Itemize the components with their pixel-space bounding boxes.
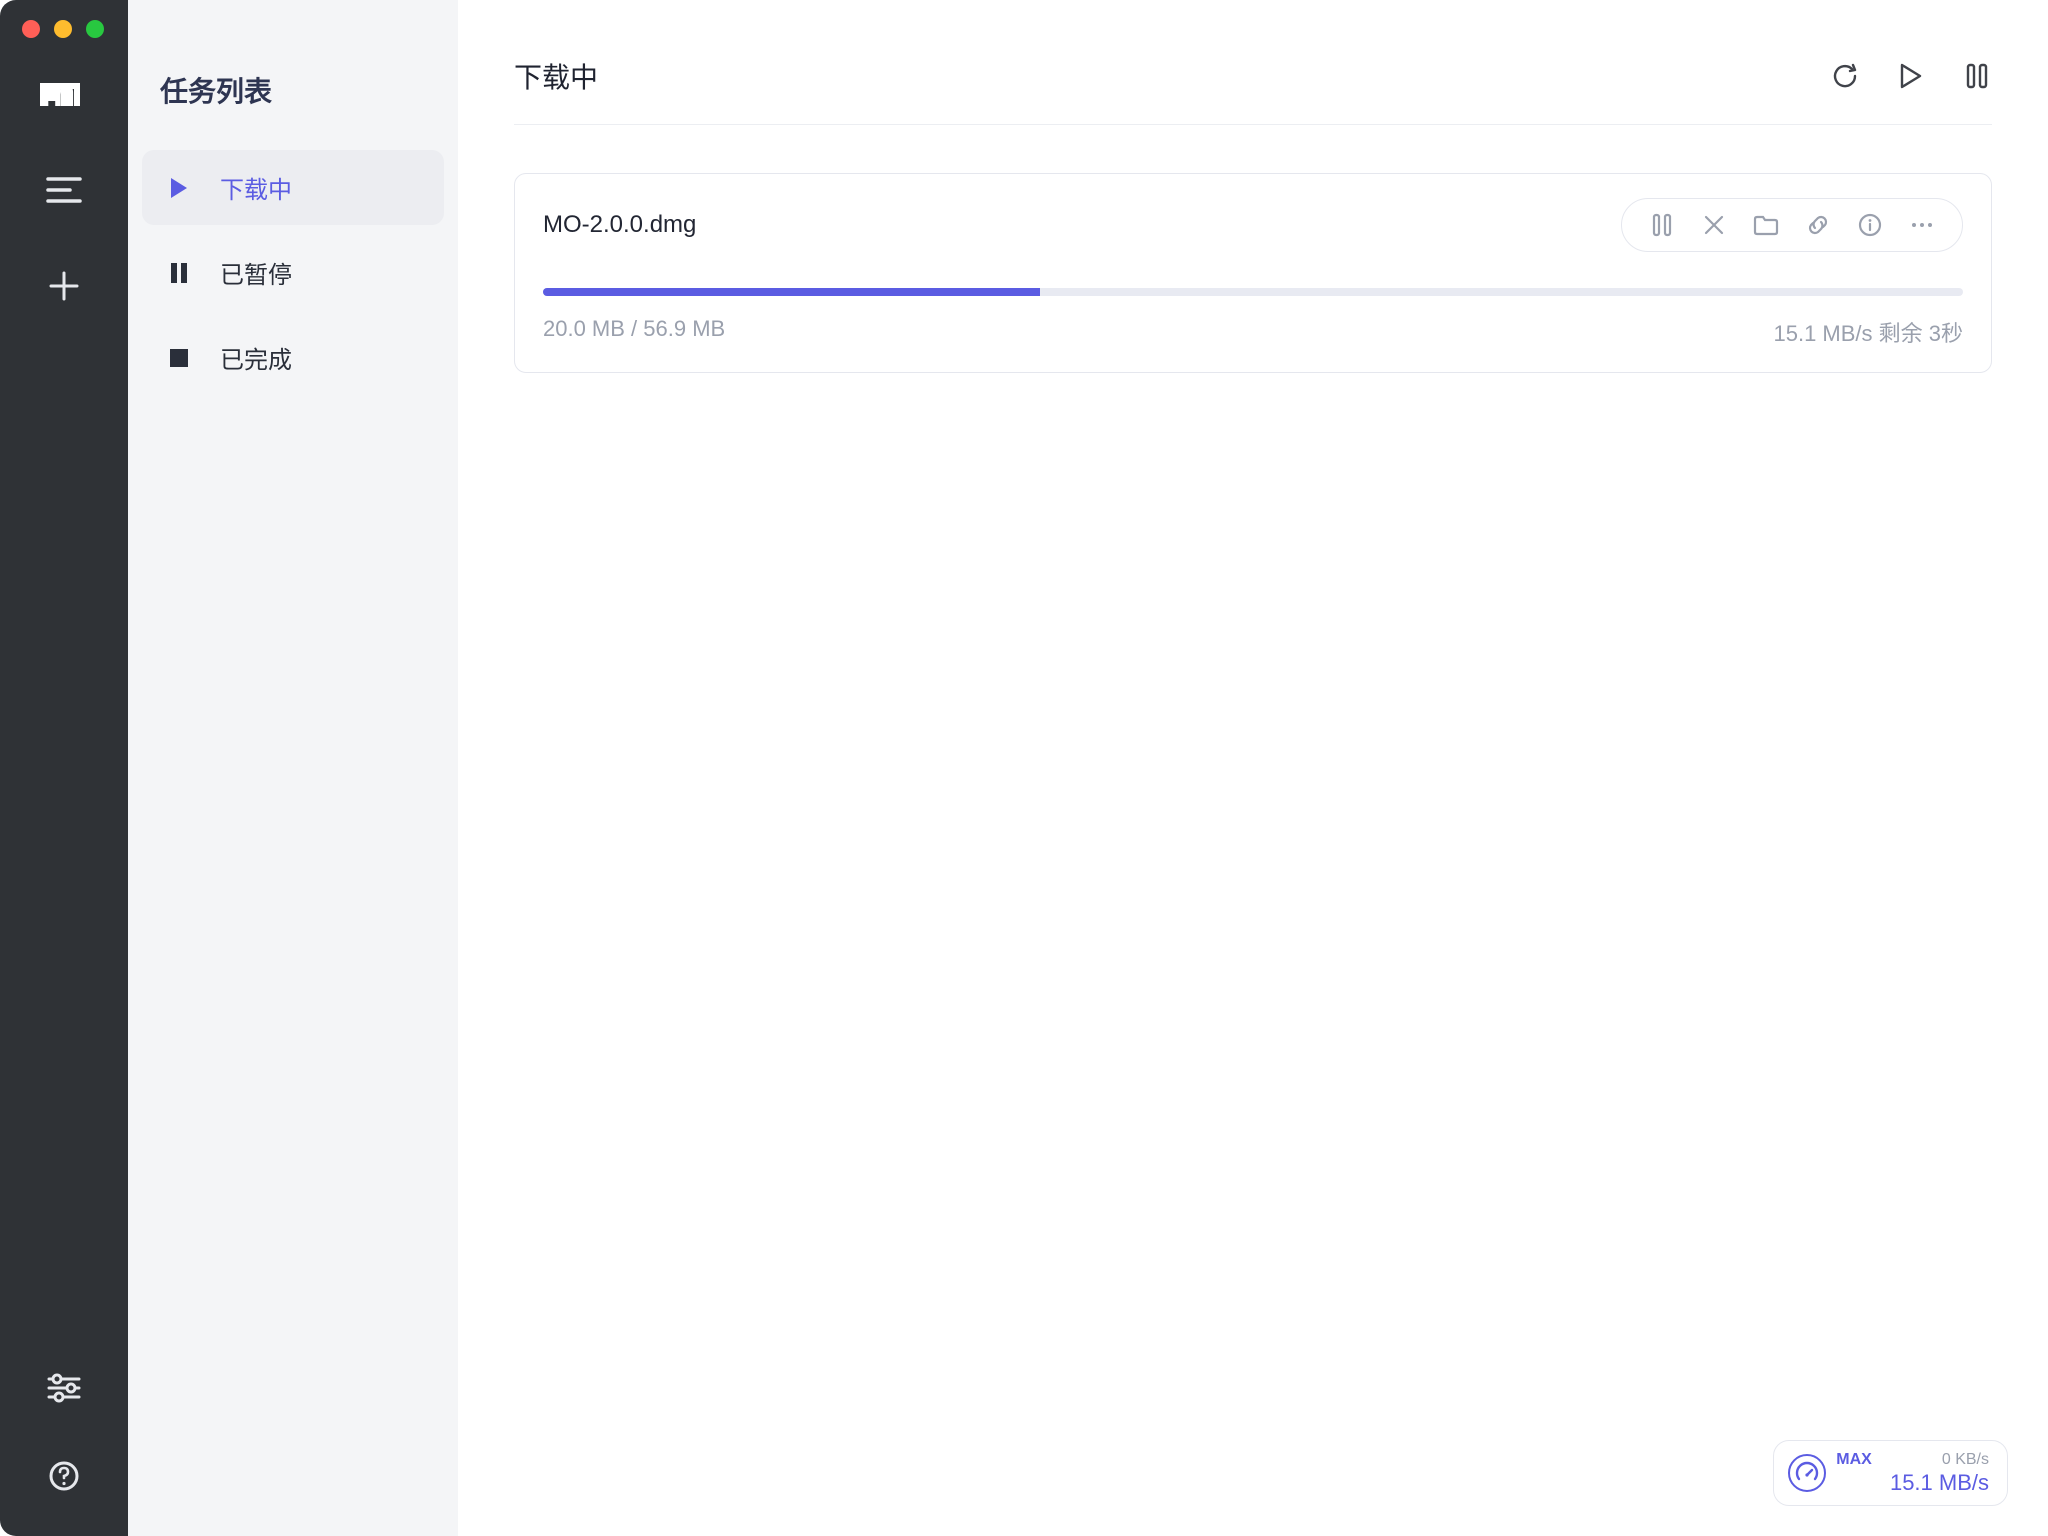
window-controls	[22, 20, 104, 38]
sidebar: 任务列表 下载中 已暂停 已完成	[128, 0, 458, 1536]
speed-texts: MAX 0 KB/s 15.1 MB/s	[1836, 1451, 1989, 1495]
sidebar-item-completed[interactable]: 已完成	[142, 320, 444, 395]
tasks-nav-button[interactable]	[40, 166, 88, 214]
speedometer-icon	[1788, 1454, 1826, 1492]
minimize-window-button[interactable]	[54, 20, 72, 38]
task-card[interactable]: MO-2.0.0.dmg	[514, 173, 1992, 373]
app-logo-icon: m	[40, 80, 88, 110]
sidebar-item-label: 已完成	[220, 340, 292, 375]
help-button[interactable]	[40, 1452, 88, 1500]
pause-all-button[interactable]	[1962, 61, 1992, 91]
task-list: MO-2.0.0.dmg	[514, 125, 1992, 373]
task-actions-toolbar	[1621, 198, 1963, 252]
task-size-text: 20.0 MB / 56.9 MB	[543, 316, 1773, 348]
task-progress-track	[543, 288, 1963, 296]
task-pause-button[interactable]	[1636, 203, 1688, 247]
nav-rail: m	[0, 0, 128, 1536]
sidebar-items: 下载中 已暂停 已完成	[128, 150, 458, 395]
app-window: m 任务列表 下载中	[0, 0, 2048, 1536]
sidebar-title: 任务列表	[160, 70, 458, 110]
speed-upload-value: 0 KB/s	[1942, 1451, 1989, 1469]
task-speed-eta-text: 15.1 MB/s 剩余 3秒	[1773, 316, 1963, 348]
speed-badge[interactable]: MAX 0 KB/s 15.1 MB/s	[1773, 1440, 2008, 1506]
task-filename: MO-2.0.0.dmg	[543, 211, 1621, 239]
task-top-row: MO-2.0.0.dmg	[543, 198, 1963, 252]
close-window-button[interactable]	[22, 20, 40, 38]
task-more-button[interactable]	[1896, 203, 1948, 247]
task-copy-link-button[interactable]	[1792, 203, 1844, 247]
task-progress-bar	[543, 288, 1040, 296]
refresh-button[interactable]	[1830, 61, 1860, 91]
fullscreen-window-button[interactable]	[86, 20, 104, 38]
sidebar-item-downloading[interactable]: 下载中	[142, 150, 444, 225]
stop-icon	[166, 345, 192, 371]
page-title: 下载中	[514, 56, 1830, 96]
play-icon	[166, 175, 192, 201]
main-panel: 下载中 MO-2.0.0.dmg	[458, 0, 2048, 1536]
task-open-folder-button[interactable]	[1740, 203, 1792, 247]
speed-max-label: MAX	[1836, 1451, 1872, 1469]
svg-text:m: m	[40, 80, 76, 110]
speed-download-value: 15.1 MB/s	[1890, 1470, 1989, 1495]
task-cancel-button[interactable]	[1688, 203, 1740, 247]
resume-all-button[interactable]	[1896, 61, 1926, 91]
sidebar-item-label: 已暂停	[220, 255, 292, 290]
header-actions	[1830, 61, 1992, 91]
sidebar-item-label: 下载中	[220, 170, 292, 205]
task-info-button[interactable]	[1844, 203, 1896, 247]
task-bottom-row: 20.0 MB / 56.9 MB 15.1 MB/s 剩余 3秒	[543, 316, 1963, 348]
main-header: 下载中	[514, 56, 1992, 125]
settings-button[interactable]	[40, 1364, 88, 1412]
add-task-button[interactable]	[40, 262, 88, 310]
sidebar-item-paused[interactable]: 已暂停	[142, 235, 444, 310]
pause-icon	[166, 260, 192, 286]
